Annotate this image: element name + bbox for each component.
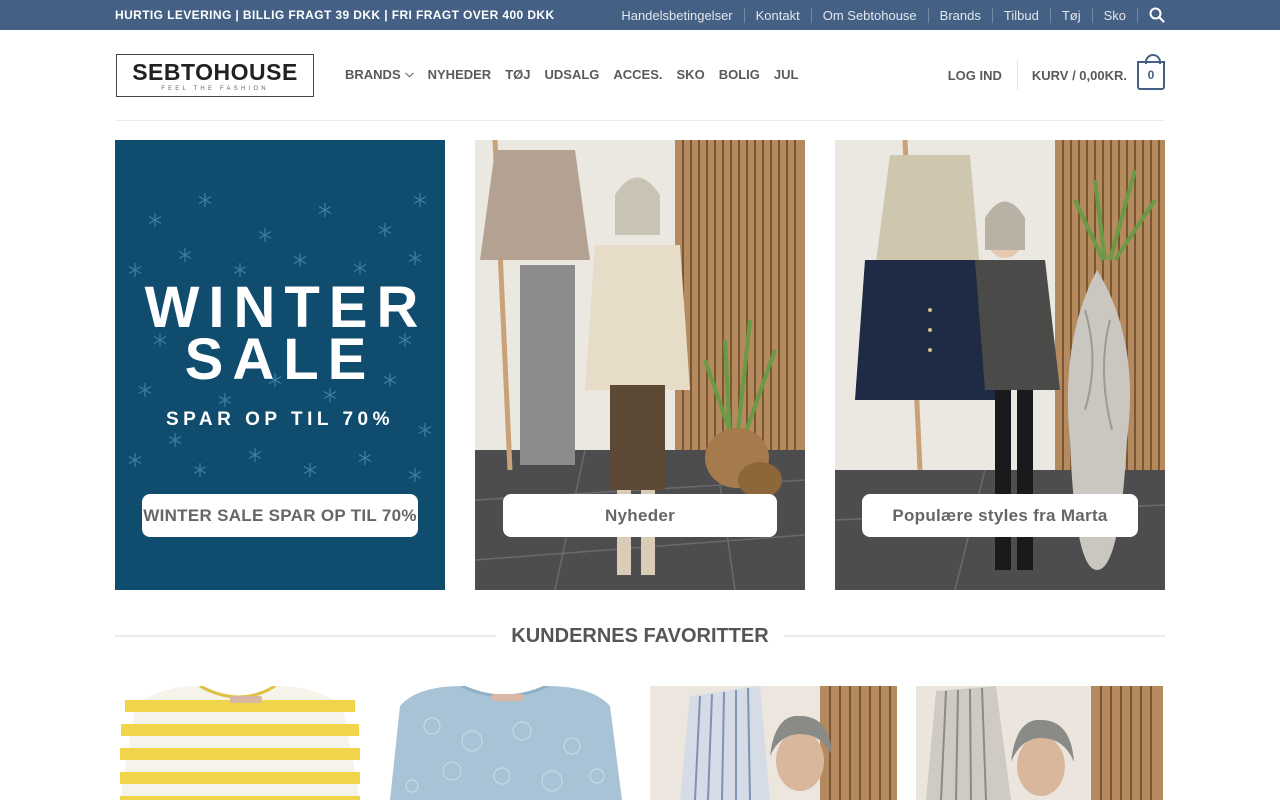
winter-heading-line2: SALE	[184, 327, 376, 392]
product-image-grey-shirt	[916, 686, 1163, 800]
header-account-cart: LOG IND KURV / 0,00KR. 0	[948, 53, 1165, 95]
cart-bag-icon[interactable]: 0	[1137, 53, 1165, 90]
product-card-grey-shirt[interactable]	[916, 686, 1163, 800]
nav-item-jul[interactable]: JUL	[774, 67, 799, 82]
product-image-lace-top	[390, 686, 622, 800]
product-image-striped-top	[120, 686, 360, 800]
nav-item-udsalg[interactable]: UDSALG	[545, 67, 600, 82]
top-bar: HURTIG LEVERING | BILLIG FRAGT 39 DKK | …	[0, 0, 1280, 30]
header-divider	[1016, 60, 1018, 90]
login-link[interactable]: LOG IND	[948, 68, 1017, 83]
top-link-sko[interactable]: Sko	[1091, 7, 1137, 23]
top-links: Handelsbetingelser Kontakt Om Sebtohouse…	[610, 0, 1165, 30]
logo-tagline: FEEL THE FASHION	[161, 86, 269, 92]
populaere-styles-button[interactable]: Populære styles fra Marta	[862, 494, 1138, 537]
nav-item-sko[interactable]: SKO	[677, 67, 705, 82]
top-link-kontakt[interactable]: Kontakt	[743, 7, 811, 23]
nav-item-toj[interactable]: TØJ	[505, 67, 530, 82]
product-image-striped-shirt	[650, 686, 897, 800]
chevron-down-icon	[404, 71, 414, 78]
nyheder-button[interactable]: Nyheder	[503, 494, 777, 537]
section-heading-text: KUNDERNES FAVORITTER	[511, 624, 769, 647]
product-card-striped-shirt[interactable]	[650, 686, 897, 800]
main-nav: BRANDS NYHEDER TØJ UDSALG ACCES. SKO BOL…	[345, 67, 812, 82]
section-heading: KUNDERNES FAVORITTER	[115, 624, 1166, 648]
nav-item-acces[interactable]: ACCES.	[613, 67, 662, 82]
site-header: SEBTOHOUSE FEEL THE FASHION BRANDS NYHED…	[0, 30, 1280, 120]
banner-winter-sale[interactable]: WINTER SALE SPAR OP TIL 70% WINTER SALE …	[115, 140, 445, 590]
top-link-tilbud[interactable]: Tilbud	[991, 7, 1050, 23]
product-card-striped-top[interactable]	[115, 686, 362, 800]
product-card-lace-top[interactable]	[382, 686, 629, 800]
cart-link[interactable]: KURV / 0,00KR.	[1032, 68, 1127, 83]
nav-item-bolig[interactable]: BOLIG	[719, 67, 760, 82]
section-heading-line-right	[783, 635, 1166, 637]
cart-count: 0	[1147, 68, 1155, 82]
logo-text: SEBTOHOUSE	[132, 59, 298, 85]
site-logo[interactable]: SEBTOHOUSE FEEL THE FASHION	[116, 54, 314, 97]
search-icon[interactable]	[1137, 7, 1165, 23]
header-bottom-divider	[115, 120, 1165, 121]
banner-populaere-styles[interactable]: Populære styles fra Marta	[835, 140, 1165, 590]
winter-subheading: SPAR OP TIL 70%	[166, 409, 394, 430]
section-heading-line-left	[115, 635, 497, 637]
top-link-om-sebtohouse[interactable]: Om Sebtohouse	[810, 7, 928, 23]
top-link-toj[interactable]: Tøj	[1049, 7, 1092, 23]
nav-item-brands-label: BRANDS	[345, 67, 401, 82]
winter-sale-button[interactable]: WINTER SALE SPAR OP TIL 70%	[142, 494, 418, 537]
top-link-handelsbetingelser[interactable]: Handelsbetingelser	[610, 8, 743, 23]
top-link-brands[interactable]: Brands	[927, 7, 992, 23]
banner-nyheder[interactable]: Nyheder	[475, 140, 805, 590]
shipping-promo-text: HURTIG LEVERING | BILLIG FRAGT 39 DKK | …	[115, 8, 555, 22]
nav-item-nyheder[interactable]: NYHEDER	[428, 67, 492, 82]
nav-item-brands[interactable]: BRANDS	[345, 67, 414, 82]
